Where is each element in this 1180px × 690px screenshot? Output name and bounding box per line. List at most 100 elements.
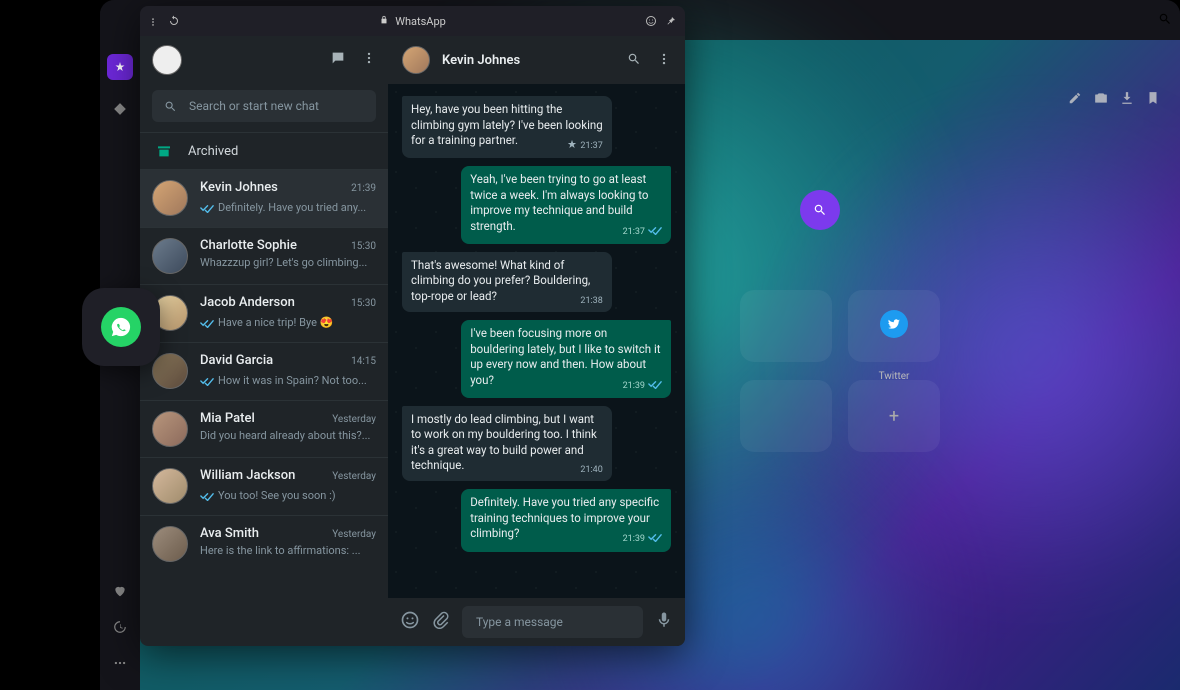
chat-list-item[interactable]: Charlotte Sophie15:30Whazzzup girl? Let'… xyxy=(140,227,388,284)
input-placeholder: Type a message xyxy=(476,615,563,629)
chat-preview: Definitely. Have you tried any... xyxy=(218,201,376,214)
archived-button[interactable]: Archived xyxy=(140,132,388,169)
chat-name: Kevin Johnes xyxy=(200,180,278,195)
chat-list-item[interactable]: Mia PatelYesterdayDid you heard already … xyxy=(140,400,388,457)
chat-search-placeholder: Search or start new chat xyxy=(189,99,319,113)
chat-name: Mia Patel xyxy=(200,411,255,426)
chat-time: Yesterday xyxy=(332,529,376,540)
chat-time: 15:30 xyxy=(351,241,376,252)
chat-name: Jacob Anderson xyxy=(200,295,295,310)
chat-list-item[interactable]: Jacob Anderson 15:30 Have a nice trip! Bye… xyxy=(140,284,388,342)
menu-icon[interactable] xyxy=(657,51,671,70)
attach-icon[interactable] xyxy=(432,611,450,633)
chat-list-item[interactable]: William JacksonYesterdayYou too! See you… xyxy=(140,457,388,515)
download-icon[interactable] xyxy=(1120,90,1134,109)
chat-name: Ava Smith xyxy=(200,526,259,541)
twitter-icon xyxy=(880,310,908,338)
message-list[interactable]: Hey, have you been hitting the climbing … xyxy=(388,84,685,598)
message-time: 21:40 xyxy=(580,464,602,476)
heart-icon[interactable] xyxy=(111,582,129,600)
speed-dial-tile[interactable] xyxy=(740,380,832,452)
avatar xyxy=(152,353,188,389)
message-out[interactable]: Definitely. Have you tried any specific … xyxy=(461,489,671,551)
contact-avatar[interactable] xyxy=(402,46,430,74)
read-checks-icon xyxy=(200,313,214,332)
star-icon xyxy=(567,139,577,153)
chat-sidebar: Search or start new chat Archived Kevin … xyxy=(140,36,388,646)
menu-icon[interactable] xyxy=(362,50,376,70)
reload-icon[interactable] xyxy=(168,12,180,31)
browser-search-icon[interactable] xyxy=(1158,11,1172,30)
read-checks-icon xyxy=(200,486,214,505)
aria-icon[interactable] xyxy=(107,54,133,80)
diamond-icon[interactable] xyxy=(111,100,129,118)
history-icon[interactable] xyxy=(111,618,129,636)
search-button[interactable] xyxy=(800,190,840,230)
message-in[interactable]: I mostly do lead climbing, but I want to… xyxy=(402,406,612,482)
conversation-header: Kevin Johnes xyxy=(388,36,685,84)
avatar xyxy=(152,180,188,216)
chat-name: David Garcia xyxy=(200,353,273,368)
speed-dial-tile-twitter[interactable]: Twitter xyxy=(848,290,940,362)
avatar xyxy=(152,468,188,504)
chat-list-item[interactable]: David Garcia 14:15 How it was in Spain? No… xyxy=(140,342,388,400)
read-checks-icon xyxy=(648,379,662,393)
chat-time: 15:30 xyxy=(351,298,376,309)
message-time: 21:39 xyxy=(623,379,662,393)
message-text: That's awesome! What kind of climbing do… xyxy=(411,258,590,303)
chat-time: 14:15 xyxy=(351,356,376,367)
speed-dial-add-tile[interactable]: + xyxy=(848,380,940,452)
chat-preview: Did you heard already about this?... xyxy=(200,429,376,442)
pin-icon[interactable] xyxy=(665,12,677,31)
message-in[interactable]: That's awesome! What kind of climbing do… xyxy=(402,252,612,312)
message-time: 21:37 xyxy=(623,225,662,239)
mic-icon[interactable] xyxy=(655,611,673,633)
message-time: 21:37 xyxy=(567,139,602,153)
archived-label: Archived xyxy=(188,144,238,159)
message-text: I mostly do lead climbing, but I want to… xyxy=(411,412,597,473)
sidebar-header xyxy=(140,36,388,84)
message-time: 21:38 xyxy=(580,295,602,307)
avatar xyxy=(152,526,188,562)
chat-preview: Have a nice trip! Bye 😍 xyxy=(218,316,376,329)
message-text: I've been focusing more on bouldering la… xyxy=(470,326,660,387)
whatsapp-panel: WhatsApp Search or start new chat Ar xyxy=(140,6,685,646)
chat-list-item[interactable]: Kevin Johnes 21:39 Definitely. Have you tr… xyxy=(140,169,388,227)
message-text: Yeah, I've been trying to go at least tw… xyxy=(470,172,648,233)
my-avatar[interactable] xyxy=(152,45,182,75)
panel-title: WhatsApp xyxy=(395,15,446,28)
chat-preview: How it was in Spain? Not too... xyxy=(218,374,376,387)
chat-list-item[interactable]: Ava SmithYesterdayHere is the link to af… xyxy=(140,515,388,572)
emoji-icon[interactable] xyxy=(400,610,420,634)
edit-icon[interactable] xyxy=(1068,90,1082,109)
lock-icon xyxy=(379,15,389,28)
read-checks-icon xyxy=(200,198,214,217)
speed-dial-tile[interactable] xyxy=(740,290,832,362)
search-icon[interactable] xyxy=(627,51,641,70)
avatar xyxy=(152,411,188,447)
chat-list[interactable]: Kevin Johnes 21:39 Definitely. Have you tr… xyxy=(140,169,388,646)
camera-icon[interactable] xyxy=(1094,90,1108,109)
avatar xyxy=(152,238,188,274)
canvas-action-icons xyxy=(1068,90,1160,109)
message-input-bar: Type a message xyxy=(388,598,685,646)
message-time: 21:39 xyxy=(623,532,662,546)
conversation-pane: Kevin Johnes Hey, have you been hitting … xyxy=(388,36,685,646)
bookmark-icon[interactable] xyxy=(1146,90,1160,109)
chat-time: 21:39 xyxy=(351,183,376,194)
message-in[interactable]: Hey, have you been hitting the climbing … xyxy=(402,96,612,158)
panel-address-bar: WhatsApp xyxy=(140,6,685,36)
chat-search[interactable]: Search or start new chat xyxy=(152,90,376,122)
message-out[interactable]: I've been focusing more on bouldering la… xyxy=(461,320,671,398)
message-input[interactable]: Type a message xyxy=(462,606,643,638)
chat-time: Yesterday xyxy=(332,471,376,482)
chat-name: Charlotte Sophie xyxy=(200,238,297,253)
new-chat-icon[interactable] xyxy=(330,50,346,70)
whatsapp-sidebar-button[interactable] xyxy=(82,288,160,366)
more-icon[interactable] xyxy=(111,654,129,672)
message-out[interactable]: Yeah, I've been trying to go at least tw… xyxy=(461,166,671,244)
panel-address[interactable]: WhatsApp xyxy=(188,15,637,28)
emoji-icon[interactable] xyxy=(645,12,657,31)
panel-menu-icon[interactable] xyxy=(148,12,158,31)
read-checks-icon xyxy=(648,532,662,546)
